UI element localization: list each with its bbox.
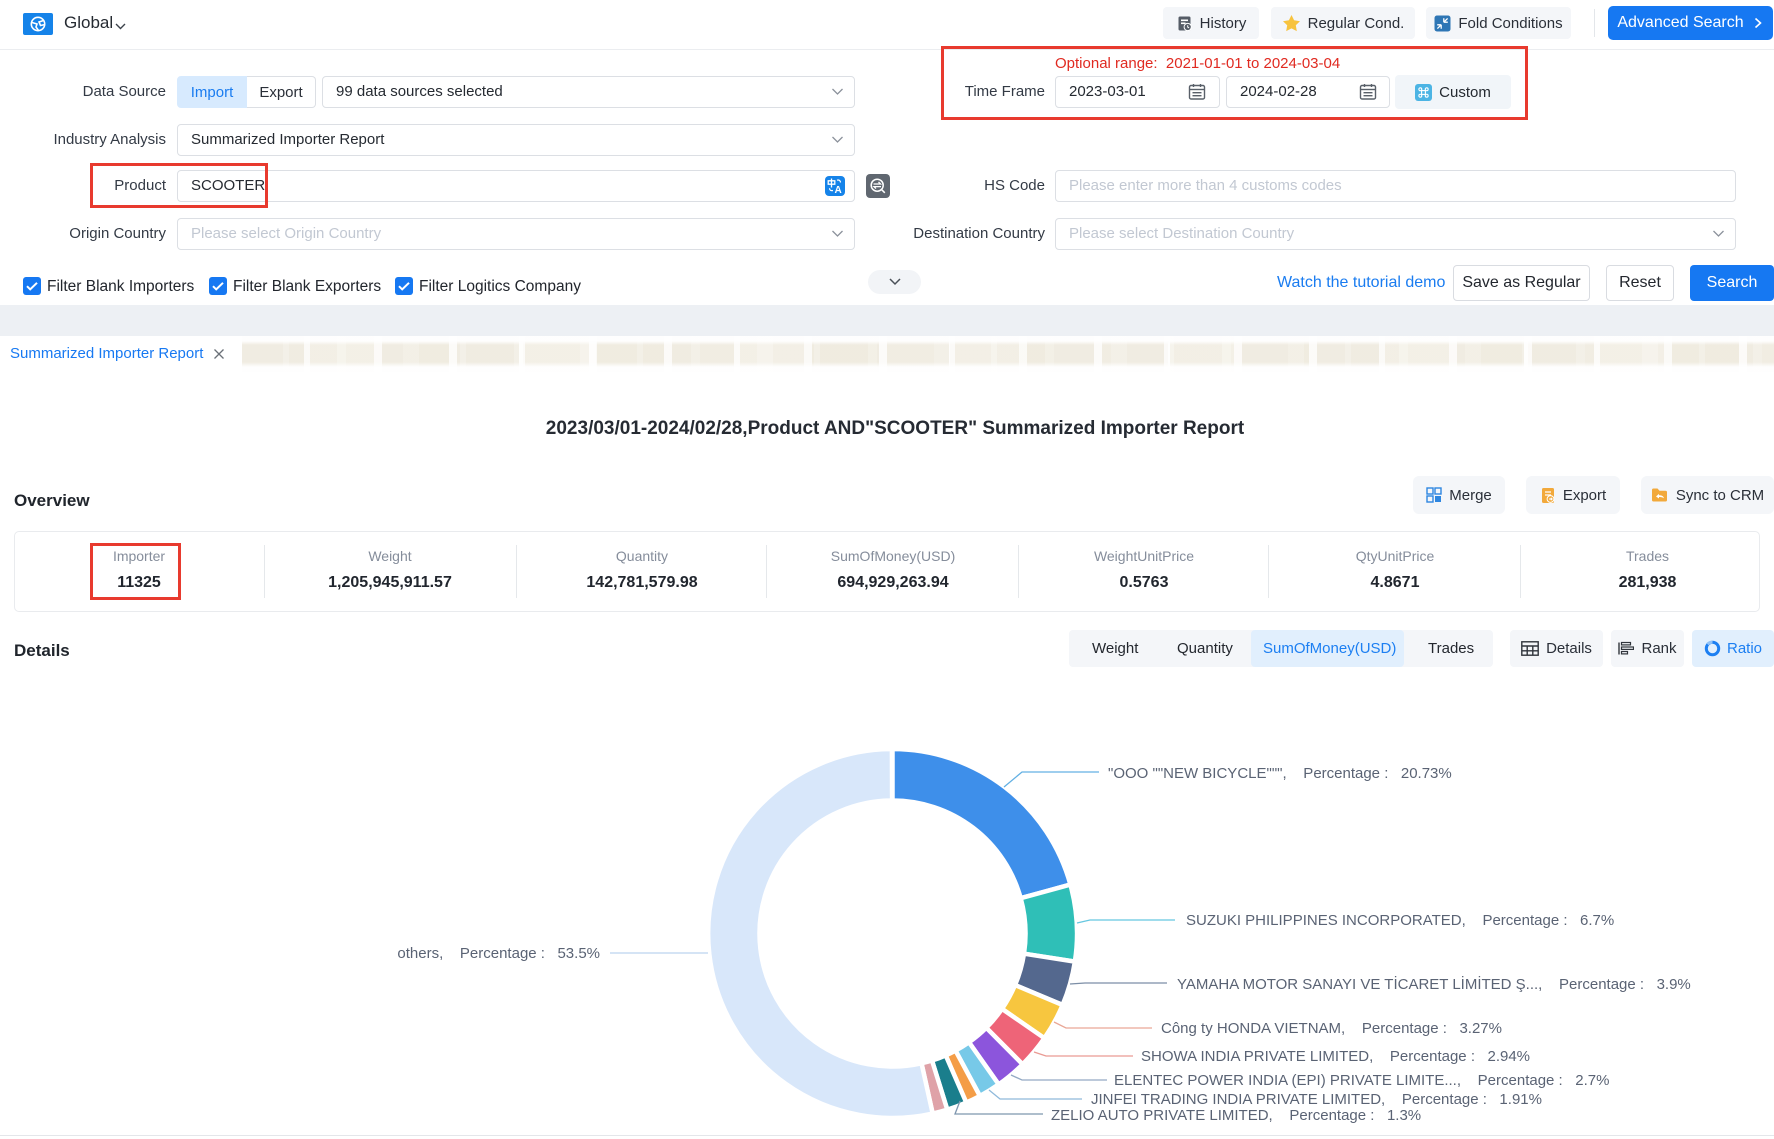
svg-text:"OOO ""NEW BICYCLE""", Perc: "OOO ""NEW BICYCLE""", Percentage : 20.7… (1108, 765, 1452, 782)
svg-text:ELENTEC POWER INDIA (EPI) PRIV: ELENTEC POWER INDIA (EPI) PRIVATE LIMITE… (1114, 1072, 1609, 1089)
svg-text:Công ty HONDA VIETNAM, Perc: Công ty HONDA VIETNAM, Percentage : 3.27… (1161, 1020, 1502, 1037)
svg-text:SUZUKI PHILIPPINES INCORPORATE: SUZUKI PHILIPPINES INCORPORATED, Percent… (1186, 912, 1614, 929)
svg-text:A: A (835, 185, 842, 196)
svg-text:YAMAHA MOTOR SANAYI VE TİCARET: YAMAHA MOTOR SANAYI VE TİCARET LİMİTED Ş… (1177, 975, 1691, 993)
svg-text:SHOWA INDIA PRIVATE LIMITED,: SHOWA INDIA PRIVATE LIMITED, Percentage … (1141, 1048, 1530, 1065)
svg-text:ZELIO AUTO PRIVATE LIMITED,: ZELIO AUTO PRIVATE LIMITED, Percentage :… (1051, 1107, 1421, 1124)
svg-text:JINFEI TRADING INDIA PRIVATE L: JINFEI TRADING INDIA PRIVATE LIMITED, Pe… (1091, 1091, 1542, 1108)
svg-text:others, Percentage : 53.5: others, Percentage : 53.5% (397, 945, 600, 962)
